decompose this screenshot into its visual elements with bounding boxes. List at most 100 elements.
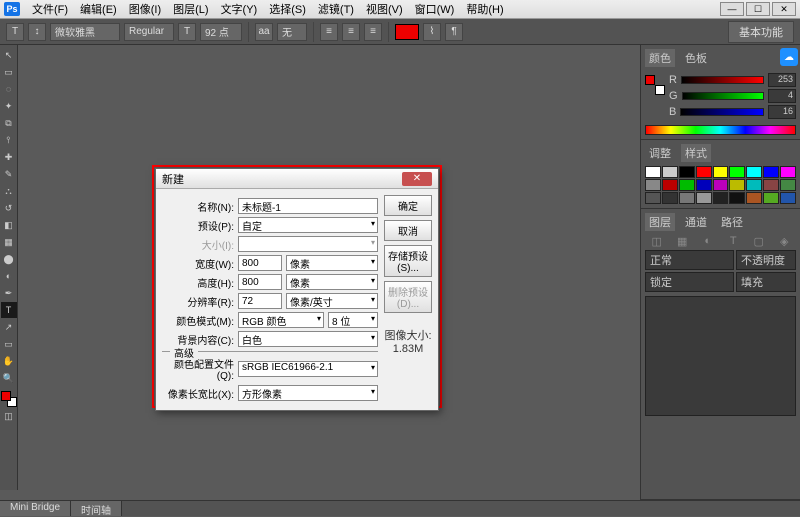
resolution-input[interactable] [238,293,282,309]
swatch-item[interactable] [696,192,712,204]
text-color-swatch[interactable] [395,24,419,40]
menu-edit[interactable]: 编辑(E) [74,0,123,19]
preset-select[interactable]: 自定 [238,217,378,233]
menu-select[interactable]: 选择(S) [263,0,312,19]
quickmask-icon[interactable]: ◫ [1,408,17,424]
menu-filter[interactable]: 滤镜(T) [312,0,360,19]
stamp-tool[interactable]: ⛬ [1,183,17,199]
height-unit-select[interactable]: 像素 [286,274,378,290]
b-value[interactable]: 16 [768,105,796,119]
width-input[interactable] [238,255,282,271]
save-preset-button[interactable]: 存储预设(S)... [384,245,432,277]
resolution-unit-select[interactable]: 像素/英寸 [286,293,378,309]
aspect-select[interactable]: 方形像素 [238,385,378,401]
hue-strip[interactable] [645,125,796,135]
swatch-item[interactable] [645,166,661,178]
swatch-item[interactable] [729,192,745,204]
dodge-tool[interactable]: ◐ [1,268,17,284]
align-right-icon[interactable]: ≡ [364,23,382,41]
warp-text-icon[interactable]: ⌇ [423,23,441,41]
swatch-item[interactable] [729,179,745,191]
eyedropper-tool[interactable]: ⫯ [1,132,17,148]
swatch-item[interactable] [780,192,796,204]
wand-tool[interactable]: ✦ [1,98,17,114]
dialog-titlebar[interactable]: 新建 ✕ [156,169,438,189]
swatch-item[interactable] [713,192,729,204]
minibridge-tab[interactable]: Mini Bridge [0,501,71,516]
cloud-icon[interactable]: ☁ [780,48,798,66]
bgcontents-select[interactable]: 白色 [238,331,378,347]
tab-adjustments[interactable]: 调整 [645,144,675,162]
crop-tool[interactable]: ⧉ [1,115,17,131]
fill-field[interactable]: 填充 [736,272,796,292]
menu-image[interactable]: 图像(I) [123,0,167,19]
marquee-tool[interactable]: ▭ [1,64,17,80]
tab-layers[interactable]: 图层 [645,213,675,231]
tab-styles[interactable]: 样式 [681,144,711,162]
swatch-item[interactable] [662,166,678,178]
r-value[interactable]: 253 [768,73,796,87]
swatch-item[interactable] [780,166,796,178]
timeline-tab[interactable]: 时间轴 [71,501,122,516]
minimize-button[interactable]: — [720,2,744,16]
ok-button[interactable]: 确定 [384,195,432,216]
tab-channels[interactable]: 通道 [681,213,711,231]
font-style-select[interactable] [124,23,174,41]
fg-bg-colors[interactable] [1,391,17,407]
filter-pixel-icon[interactable]: ▦ [671,235,695,248]
shape-tool[interactable]: ▭ [1,336,17,352]
align-left-icon[interactable]: ≡ [320,23,338,41]
cancel-button[interactable]: 取消 [384,220,432,241]
menu-layer[interactable]: 图层(L) [167,0,214,19]
orientation-icon[interactable]: ↕ [28,23,46,41]
dialog-close-button[interactable]: ✕ [402,172,432,186]
panel-fg-color[interactable] [645,75,655,85]
profile-select[interactable]: sRGB IEC61966-2.1 [238,361,378,377]
colormode-select[interactable]: RGB 颜色 [238,312,324,328]
path-select-tool[interactable]: ↗ [1,319,17,335]
antialias-value[interactable] [277,23,307,41]
swatch-item[interactable] [746,166,762,178]
swatch-item[interactable] [696,179,712,191]
swatch-item[interactable] [713,166,729,178]
tab-paths[interactable]: 路径 [717,213,747,231]
filter-adjust-icon[interactable]: ◐ [696,235,720,248]
swatch-item[interactable] [679,192,695,204]
menu-help[interactable]: 帮助(H) [460,0,509,19]
eraser-tool[interactable]: ◧ [1,217,17,233]
swatch-item[interactable] [696,166,712,178]
blend-mode-select[interactable]: 正常 [645,250,734,270]
history-brush-tool[interactable]: ↺ [1,200,17,216]
gradient-tool[interactable]: ▦ [1,234,17,250]
g-value[interactable]: 4 [768,89,796,103]
filter-smart-icon[interactable]: ◈ [773,235,797,248]
tab-swatches[interactable]: 色板 [681,49,711,67]
pen-tool[interactable]: ✒ [1,285,17,301]
align-center-icon[interactable]: ≡ [342,23,360,41]
filter-shape-icon[interactable]: ▢ [747,235,771,248]
healing-tool[interactable]: ✚ [1,149,17,165]
swatch-item[interactable] [679,179,695,191]
zoom-tool[interactable]: 🔍 [1,370,17,386]
swatch-item[interactable] [763,179,779,191]
swatch-item[interactable] [645,179,661,191]
maximize-button[interactable]: ☐ [746,2,770,16]
b-slider[interactable] [680,108,764,116]
close-button[interactable]: ✕ [772,2,796,16]
swatch-item[interactable] [763,166,779,178]
swatch-item[interactable] [780,179,796,191]
panel-fg-bg[interactable] [645,75,665,95]
blur-tool[interactable]: ⬤ [1,251,17,267]
swatch-item[interactable] [662,192,678,204]
panel-bg-color[interactable] [655,85,665,95]
move-tool[interactable]: ↖ [1,47,17,63]
type-tool[interactable]: T [1,302,17,318]
tab-color[interactable]: 颜色 [645,49,675,67]
foreground-color[interactable] [1,391,11,401]
name-input[interactable] [238,198,378,214]
font-size-input[interactable] [200,23,242,41]
g-slider[interactable] [682,92,764,100]
advanced-divider[interactable]: 高级 [162,351,378,352]
swatch-item[interactable] [662,179,678,191]
swatch-item[interactable] [746,192,762,204]
